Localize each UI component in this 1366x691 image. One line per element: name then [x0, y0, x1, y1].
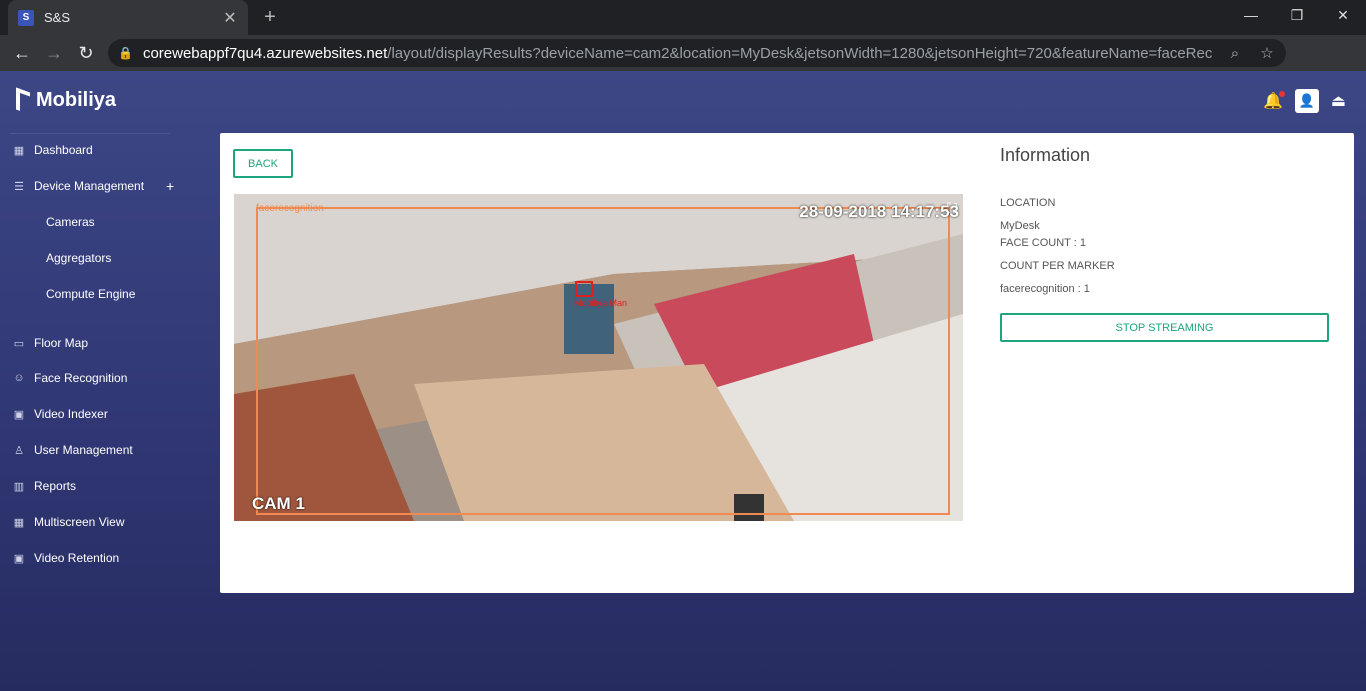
- logout-icon[interactable]: ⏏: [1331, 91, 1346, 111]
- tab-title: S&S: [44, 10, 71, 25]
- info-title: Information: [1000, 145, 1091, 165]
- fullscreen-icon[interactable]: ⛶: [947, 200, 957, 217]
- url-field[interactable]: 🔒 corewebappf7qu4.azurewebsites.net /lay…: [108, 39, 1286, 67]
- sidebar-item-label: Multiscreen View: [34, 515, 125, 529]
- location-label: LOCATION: [1000, 197, 1056, 209]
- close-tab-icon[interactable]: ✕: [222, 8, 238, 28]
- grid-icon: ▦: [13, 144, 25, 157]
- face-count: FACE COUNT : 1: [1000, 237, 1086, 249]
- zoom-icon[interactable]: ⌕: [1226, 45, 1244, 62]
- sidebar-item-label: Video Indexer: [34, 407, 108, 421]
- face-scan-icon: ☺: [13, 372, 25, 384]
- sidebar-item-cameras[interactable]: Cameras: [46, 212, 95, 232]
- face-detection-box: [575, 281, 593, 297]
- user-icon: ♙: [14, 444, 24, 457]
- detection-region-label: facerecognition: [256, 203, 324, 214]
- forward-arrow-icon[interactable]: →: [38, 43, 70, 64]
- marker-count-value: facerecognition : 1: [1000, 283, 1090, 295]
- app-shell: Mobiliya 🔔 👤 ⏏ ▦ Dashboard ☰ Device Mana…: [0, 71, 1366, 691]
- detection-region: [256, 207, 950, 515]
- camera-label: CAM 1: [252, 494, 305, 513]
- sidebar-item-label: Cameras: [46, 215, 95, 229]
- header-actions: 🔔 👤 ⏏: [1263, 89, 1346, 113]
- sidebar-item-label: Dashboard: [34, 143, 93, 157]
- sidebar-item-label: Compute Engine: [46, 287, 136, 301]
- sidebar-item-user-management[interactable]: ♙ User Management: [0, 440, 133, 460]
- back-arrow-icon[interactable]: ←: [6, 43, 38, 64]
- stop-streaming-button[interactable]: STOP STREAMING: [1000, 313, 1329, 342]
- list-icon: ☰: [14, 180, 24, 193]
- brand-name: Mobiliya: [36, 89, 117, 111]
- sidebar-item-reports[interactable]: ▥ Reports: [0, 476, 76, 496]
- sidebar-item-video-retention[interactable]: ▣ Video Retention: [0, 548, 119, 568]
- url-host: corewebappf7qu4.azurewebsites.net: [142, 44, 388, 62]
- sidebar-item-face-recognition[interactable]: ☺ Face Recognition: [0, 368, 127, 388]
- map-icon: ▭: [13, 337, 25, 350]
- reload-icon[interactable]: ↻: [70, 43, 102, 64]
- stream-timestamp: 28-09-2018 14:17:53: [799, 202, 959, 221]
- face-detection-label: Mobiliya Man: [574, 298, 628, 308]
- grid-icon: ▦: [13, 516, 25, 529]
- restore-icon[interactable]: ❐: [1274, 0, 1320, 30]
- sidebar-item-video-indexer[interactable]: ▣ Video Indexer: [0, 404, 108, 424]
- sidebar-item-floor-map[interactable]: ▭ Floor Map: [0, 333, 88, 353]
- sidebar-item-multiscreen-view[interactable]: ▦ Multiscreen View: [0, 512, 125, 532]
- sidebar-item-label: Aggregators: [46, 251, 112, 265]
- close-window-icon[interactable]: ✕: [1320, 0, 1366, 30]
- expand-plus-icon[interactable]: +: [166, 178, 174, 194]
- sidebar-item-compute-engine[interactable]: Compute Engine: [46, 284, 135, 304]
- sidebar-item-label: Device Management: [34, 179, 145, 193]
- sidebar-item-label: Video Retention: [34, 551, 120, 565]
- camera-stream[interactable]: facerecognition 28-09-2018 14:17:53 CAM …: [234, 194, 963, 521]
- new-tab-icon[interactable]: +: [262, 6, 278, 29]
- bookmark-star-icon[interactable]: ☆: [1258, 44, 1276, 62]
- film-icon: ▣: [13, 408, 25, 421]
- lock-icon: 🔒: [118, 46, 133, 60]
- minimize-icon[interactable]: —: [1228, 0, 1274, 30]
- sidebar-item-dashboard[interactable]: ▦ Dashboard: [0, 140, 93, 160]
- sidebar-item-label: Face Recognition: [34, 371, 128, 385]
- sidebar-item-device-management[interactable]: ☰ Device Management: [0, 176, 144, 196]
- browser-tab[interactable]: S S&S ✕: [8, 0, 248, 35]
- location-value: MyDesk: [1000, 220, 1040, 232]
- notification-bell-icon[interactable]: 🔔: [1263, 91, 1285, 111]
- notification-dot: [1278, 91, 1285, 97]
- back-button[interactable]: BACK: [233, 149, 293, 178]
- browser-tab-strip: S S&S ✕ + — ❐ ✕: [0, 0, 1366, 35]
- avatar[interactable]: 👤: [1294, 89, 1319, 113]
- sidebar-item-label: Floor Map: [34, 336, 89, 350]
- chart-icon: ▥: [13, 480, 25, 493]
- address-bar-row: ← → ↻ 🔒 corewebappf7qu4.azurewebsites.ne…: [0, 35, 1366, 96]
- favicon-icon: S: [18, 9, 34, 26]
- sidebar-item-label: Reports: [34, 479, 77, 493]
- sidebar-item-aggregators[interactable]: Aggregators: [46, 248, 111, 268]
- stream-card: BACK facerecognition 28-09-2018 14:17:53…: [220, 133, 1354, 593]
- brand-logo[interactable]: Mobiliya: [16, 86, 117, 115]
- sidebar-item-label: User Management: [34, 443, 133, 457]
- sidebar-divider: [10, 133, 170, 134]
- film-icon: ▣: [13, 552, 25, 565]
- window-controls: — ❐ ✕: [1228, 0, 1366, 35]
- count-per-marker-label: COUNT PER MARKER: [1000, 260, 1115, 272]
- url-path: /layout/displayResults?deviceName=cam2&l…: [387, 44, 1212, 62]
- logo-mark-icon: [16, 86, 30, 115]
